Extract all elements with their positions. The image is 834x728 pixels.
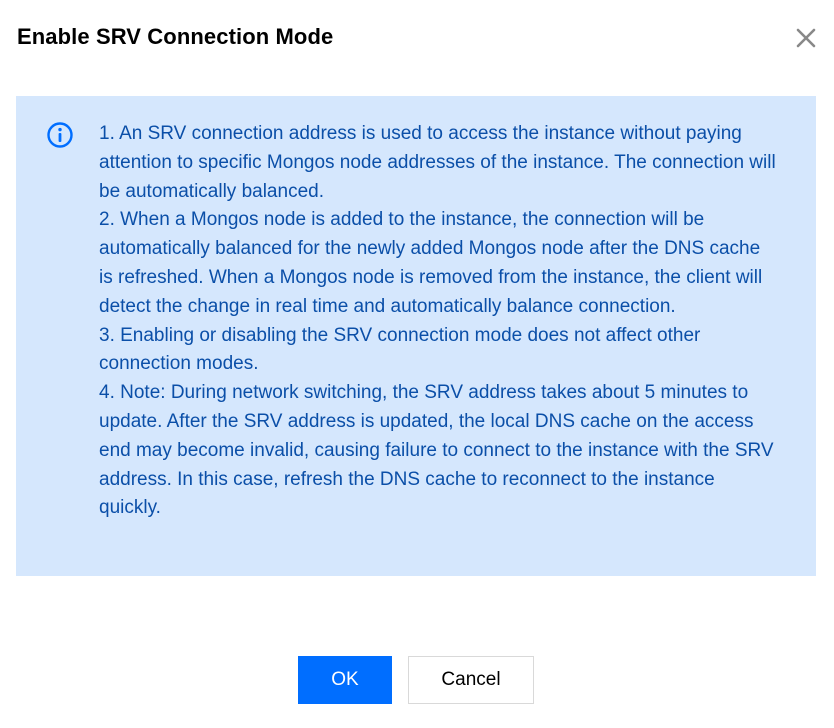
dialog-title: Enable SRV Connection Mode bbox=[17, 24, 334, 49]
ok-button[interactable]: OK bbox=[298, 656, 392, 704]
close-icon bbox=[796, 28, 816, 48]
info-item-4: 4. Note: During network switching, the S… bbox=[99, 382, 774, 519]
cancel-button[interactable]: Cancel bbox=[408, 656, 534, 704]
info-item-3: 3. Enabling or disabling the SRV connect… bbox=[99, 324, 701, 375]
info-icon bbox=[47, 122, 73, 148]
close-button[interactable] bbox=[792, 24, 820, 52]
srv-connection-dialog: Enable SRV Connection Mode 1. An SRV con… bbox=[0, 0, 834, 728]
info-item-1: 1. An SRV connection address is used to … bbox=[99, 123, 776, 202]
info-item-2: 2. When a Mongos node is added to the in… bbox=[99, 209, 763, 317]
info-message: 1. An SRV connection address is used to … bbox=[99, 120, 779, 523]
